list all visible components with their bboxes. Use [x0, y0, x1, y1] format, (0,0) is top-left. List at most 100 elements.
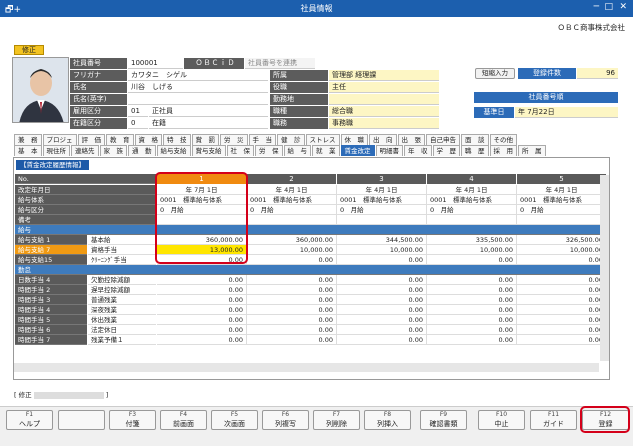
grid-cell[interactable]: 0.00: [517, 315, 607, 325]
grid-cell[interactable]: 0001 標準給与体系: [247, 195, 337, 205]
grid-cell[interactable]: 0.00: [517, 275, 607, 285]
tab-r1-8[interactable]: 手 当: [248, 134, 276, 145]
tab-r1-5[interactable]: 特 技: [163, 134, 191, 145]
grid-cell[interactable]: 10,000.00: [337, 245, 427, 255]
grid-cell[interactable]: 0.00: [247, 315, 337, 325]
tab-r2-7[interactable]: 社 保: [226, 145, 254, 156]
fkey-f5-button[interactable]: F5 次画面: [211, 410, 258, 430]
tab-r1-0[interactable]: 兼 務: [14, 134, 42, 145]
grid-cell[interactable]: 0.00: [157, 275, 247, 285]
tab-r2-17[interactable]: 所 属: [518, 145, 546, 156]
grid-cell[interactable]: 0.00: [517, 305, 607, 315]
grid-cell[interactable]: 0.00: [247, 275, 337, 285]
horizontal-scrollbar[interactable]: [14, 363, 599, 372]
grid-cell[interactable]: 年 4月 1日: [337, 185, 427, 195]
job-field[interactable]: 総合職: [329, 106, 439, 117]
fkey-f9-button[interactable]: F9 確認書類: [420, 410, 467, 430]
tab-r2-0[interactable]: 基 本: [14, 145, 42, 156]
grid-cell[interactable]: 0.00: [157, 305, 247, 315]
fkey-blank-button[interactable]: [58, 410, 105, 430]
tab-r2-15[interactable]: 職 歴: [461, 145, 489, 156]
tab-r1-13[interactable]: 出 張: [397, 134, 425, 145]
status-code[interactable]: 0: [128, 118, 148, 129]
grid-cell[interactable]: 0.00: [247, 255, 337, 265]
column-header[interactable]: 4: [427, 174, 516, 184]
close-icon[interactable]: ✕: [619, 2, 627, 12]
kana-field[interactable]: カワタニ シゲル: [128, 70, 268, 81]
minimize-icon[interactable]: ─: [594, 2, 599, 12]
tab-r1-11[interactable]: 休 職: [340, 134, 368, 145]
grid-cell[interactable]: 0.00: [337, 335, 427, 345]
grid-cell[interactable]: 0001 標準給与体系: [517, 195, 607, 205]
employee-code-field[interactable]: 100001: [128, 58, 183, 69]
grid-cell[interactable]: 0.00: [427, 315, 517, 325]
grid-cell[interactable]: 0.00: [337, 285, 427, 295]
tab-r2-1[interactable]: 現住所: [42, 145, 70, 156]
name-field[interactable]: 川谷 しげる: [128, 82, 268, 93]
grid-cell[interactable]: [427, 215, 517, 225]
grid-cell[interactable]: 0.00: [247, 325, 337, 335]
grid-cell[interactable]: 年 4月 1日: [427, 185, 517, 195]
tab-r2-14[interactable]: 学 歴: [432, 145, 460, 156]
column-header[interactable]: 2: [247, 174, 336, 184]
fkey-f7-button[interactable]: F7 列削除: [313, 410, 360, 430]
grid-cell[interactable]: 0.00: [247, 335, 337, 345]
tab-r2-4[interactable]: 通 勤: [128, 145, 156, 156]
grid-cell[interactable]: 0.00: [337, 325, 427, 335]
grid-cell[interactable]: 0.00: [337, 315, 427, 325]
grid-cell[interactable]: 0.00: [157, 295, 247, 305]
tab-r2-9[interactable]: 給 与: [283, 145, 311, 156]
grid-cell[interactable]: 0.00: [427, 255, 517, 265]
vertical-scrollbar[interactable]: [600, 175, 609, 361]
name-en-field[interactable]: [128, 94, 268, 105]
tab-r1-1[interactable]: プロジェ: [42, 134, 77, 145]
grid-cell[interactable]: 326,500.00: [517, 235, 607, 245]
grid-cell[interactable]: 0.00: [427, 325, 517, 335]
tab-r1-12[interactable]: 出 向: [369, 134, 397, 145]
grid-cell[interactable]: 0.00: [157, 315, 247, 325]
grid-cell[interactable]: 10,000.00: [427, 245, 517, 255]
grid-cell[interactable]: 0.00: [247, 285, 337, 295]
grid-cell[interactable]: 0.00: [427, 305, 517, 315]
tab-r2-10[interactable]: 就 業: [312, 145, 340, 156]
fkey-f6-button[interactable]: F6 列複写: [262, 410, 309, 430]
tab-r2-12[interactable]: 明細書: [375, 145, 403, 156]
grid-cell[interactable]: 年 4月 1日: [247, 185, 337, 195]
workplace-field[interactable]: [329, 94, 439, 105]
job-class-field[interactable]: 事務職: [329, 118, 439, 129]
tab-r1-6[interactable]: 賞 罰: [191, 134, 219, 145]
grid-cell[interactable]: 0.00: [427, 275, 517, 285]
grid-cell[interactable]: 10,000.00: [247, 245, 337, 255]
fkey-f1-button[interactable]: F1 ヘルプ: [6, 410, 53, 430]
tab-r1-7[interactable]: 労 災: [220, 134, 248, 145]
grid-cell[interactable]: 0.00: [427, 335, 517, 345]
short-input-button[interactable]: 短縮入力: [475, 68, 515, 79]
tab-r1-2[interactable]: 評 価: [77, 134, 105, 145]
grid-cell[interactable]: 0 月給: [427, 205, 517, 215]
tab-r2-6[interactable]: 賞与支給: [191, 145, 226, 156]
grid-cell[interactable]: 0 月給: [337, 205, 427, 215]
grid-cell[interactable]: 0.00: [517, 285, 607, 295]
grid-cell[interactable]: 344,500.00: [337, 235, 427, 245]
tab-r1-16[interactable]: その他: [489, 134, 517, 145]
position-field[interactable]: 主任: [329, 82, 439, 93]
grid-cell[interactable]: [517, 215, 607, 225]
tab-r2-3[interactable]: 家 族: [99, 145, 127, 156]
grid-cell[interactable]: 0.00: [517, 255, 607, 265]
grid-cell[interactable]: 0.00: [157, 335, 247, 345]
grid-cell[interactable]: 0.00: [517, 335, 607, 345]
fkey-f8-button[interactable]: F8 列挿入: [364, 410, 411, 430]
grid-cell[interactable]: 0.00: [157, 285, 247, 295]
fkey-f10-button[interactable]: F10 中止: [478, 410, 525, 430]
grid-cell[interactable]: 0.00: [157, 325, 247, 335]
base-date-value[interactable]: 年 7月22日: [515, 107, 618, 118]
grid-cell[interactable]: 0001 標準給与体系: [337, 195, 427, 205]
tab-r2-11[interactable]: 賃金改定: [340, 145, 375, 156]
maximize-icon[interactable]: □: [604, 2, 613, 12]
grid-cell[interactable]: 360,000.00: [247, 235, 337, 245]
sort-order-label[interactable]: 社員番号順: [474, 92, 618, 103]
tab-r2-8[interactable]: 労 保: [255, 145, 283, 156]
grid-cell[interactable]: 0.00: [337, 305, 427, 315]
emp-type-code[interactable]: 01: [128, 106, 148, 117]
tab-r1-4[interactable]: 資 格: [134, 134, 162, 145]
